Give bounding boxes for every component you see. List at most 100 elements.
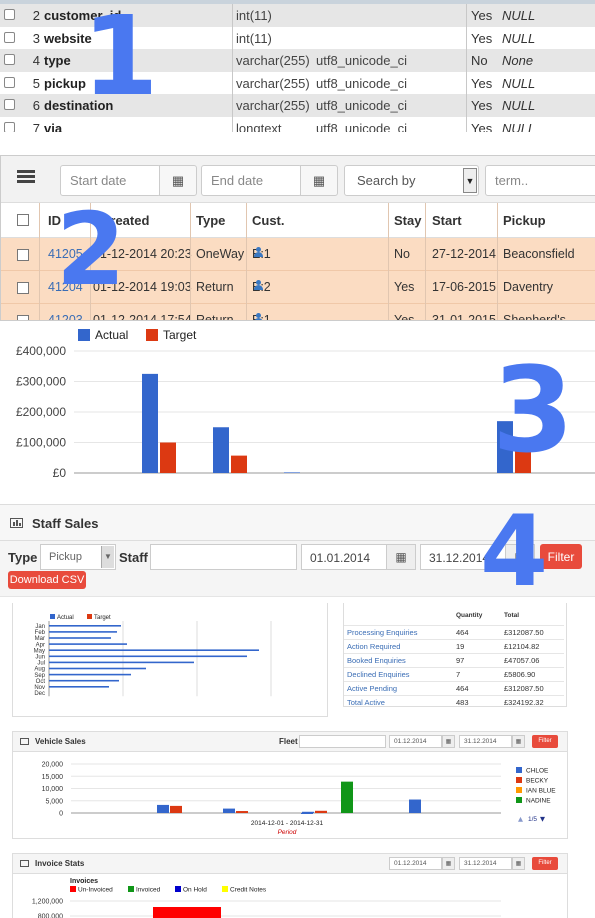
- booking-id-link[interactable]: 41203: [48, 313, 83, 320]
- header-cust[interactable]: Cust.: [252, 213, 285, 228]
- is-to-date[interactable]: 31.12.2014: [459, 857, 512, 870]
- legend-label: Invoiced: [136, 887, 161, 894]
- legend-label: IAN BLUE: [526, 788, 556, 795]
- stats-label-link[interactable]: Declined Enquiries: [347, 670, 410, 679]
- bar-actual: [49, 655, 247, 658]
- y-tick-label: 1,200,000: [32, 899, 63, 906]
- calendar-icon[interactable]: ▦: [386, 544, 416, 570]
- column-type: varchar(255): [236, 98, 310, 113]
- type-select-value: Pickup: [49, 551, 83, 563]
- legend-label: Target: [163, 328, 197, 342]
- staff-input[interactable]: [150, 544, 297, 570]
- y-tick-label: £200,000: [16, 405, 66, 419]
- vs-to-date[interactable]: 31.12.2014: [459, 735, 512, 748]
- legend-swatch: [78, 329, 90, 341]
- column-type: int(11): [236, 8, 272, 23]
- is-from-date[interactable]: 01.12.2014: [389, 857, 442, 870]
- category-label: Dec: [34, 691, 45, 697]
- category-label: Oct: [36, 679, 46, 685]
- is-filter-button[interactable]: Filter: [532, 857, 558, 870]
- download-csv-button[interactable]: Download CSV: [8, 571, 86, 589]
- row-checkbox[interactable]: [17, 249, 29, 261]
- header-stay[interactable]: Stay: [394, 213, 421, 228]
- header-type[interactable]: Type: [196, 213, 225, 228]
- stats-label-link[interactable]: Active Pending: [347, 684, 397, 693]
- db-structure-panel: 2 customer_id int(11) Yes NULL 3 website int(11…: [0, 0, 595, 132]
- type-select[interactable]: Pickup ▼: [40, 544, 116, 570]
- stats-label-link[interactable]: Action Required: [347, 642, 400, 651]
- calendar-icon[interactable]: ▦: [442, 735, 455, 748]
- stats-row: Action Required 19 £12104.82: [344, 639, 564, 653]
- stay-cell: Yes: [394, 313, 415, 321]
- end-date-input[interactable]: End date: [201, 165, 302, 196]
- column-null: No: [471, 53, 488, 68]
- row-checkbox[interactable]: [17, 282, 29, 294]
- stats-label-link[interactable]: Processing Enquiries: [347, 628, 417, 637]
- calendar-icon[interactable]: ▦: [442, 857, 455, 870]
- invoice-stats-chart: Invoices Un-Invoiced Invoiced On Hold Credit…: [32, 878, 501, 918]
- annotation-number-2: 2: [56, 191, 126, 308]
- bar-chloe: [157, 804, 169, 813]
- row-checkbox[interactable]: [4, 121, 15, 132]
- type-cell: Return: [196, 280, 234, 294]
- chevron-down-icon[interactable]: ▼: [463, 168, 477, 193]
- user-icon[interactable]: [254, 247, 263, 257]
- pager-prev-icon[interactable]: ▲: [518, 815, 523, 823]
- stats-quantity: 97: [456, 656, 465, 665]
- column-collation: utf8_unicode_ci: [316, 75, 408, 91]
- created-cell: 01-12-2014 17:54: [93, 313, 192, 321]
- stats-header-total: Total: [504, 612, 520, 619]
- header-start[interactable]: Start: [432, 213, 462, 228]
- stay-cell: No: [394, 247, 410, 261]
- from-date-input[interactable]: 01.01.2014: [301, 544, 387, 570]
- row-checkbox[interactable]: [4, 54, 15, 65]
- row-checkbox[interactable]: [4, 76, 15, 88]
- search-by-select[interactable]: Search by ▼: [344, 165, 479, 196]
- column-number: 2: [32, 8, 40, 23]
- stats-row: Processing Enquiries 464 £312087.50: [344, 625, 564, 639]
- row-checkbox[interactable]: [4, 31, 15, 43]
- user-icon[interactable]: [254, 313, 263, 320]
- fleet-input[interactable]: [299, 735, 386, 748]
- vs-filter-button[interactable]: Filter: [532, 735, 558, 748]
- bar-becky: [170, 805, 182, 813]
- header-pickup[interactable]: Pickup: [503, 213, 546, 228]
- calendar-icon[interactable]: ▦: [512, 735, 525, 748]
- staff-sales-panel: Staff Sales Type Pickup ▼ Staff 01.01.20…: [0, 504, 595, 596]
- stay-cell: Yes: [394, 280, 415, 294]
- bar-nadine: [341, 781, 353, 813]
- stats-total: £5806.90: [504, 670, 536, 679]
- calendar-icon[interactable]: ▦: [300, 165, 338, 196]
- y-tick-label: 10,000: [42, 786, 64, 793]
- stats-quantity: 7: [456, 670, 461, 679]
- vs-from-date[interactable]: 01.12.2014: [389, 735, 442, 748]
- row-checkbox[interactable]: [4, 99, 15, 110]
- column-number: 7: [32, 120, 40, 133]
- term-input[interactable]: term..: [485, 165, 595, 196]
- bar-actual: [49, 673, 131, 676]
- legend-swatch: [175, 886, 181, 892]
- bar-actual: [49, 667, 146, 670]
- invoice-stats-card: Invoice Stats 01.12.2014 ▦ 31.12.2014 ▦ …: [12, 853, 568, 918]
- stats-label-link[interactable]: Booked Enquiries: [347, 656, 406, 665]
- y-tick-label: 800,000: [38, 914, 63, 918]
- pager-next-icon[interactable]: ▼: [540, 815, 545, 823]
- calendar-icon[interactable]: ▦: [512, 857, 525, 870]
- user-icon[interactable]: [254, 280, 263, 290]
- stats-total: £312087.50: [504, 684, 544, 693]
- calendar-icon[interactable]: ▦: [159, 165, 197, 196]
- chevron-down-icon[interactable]: ▼: [101, 546, 114, 568]
- bar-actual: [284, 472, 300, 473]
- legend-swatch: [146, 329, 158, 341]
- list-icon[interactable]: [17, 170, 35, 184]
- annotation-number-4: 4: [480, 504, 549, 596]
- invoice-stats-header: Invoice Stats 01.12.2014 ▦ 31.12.2014 ▦ …: [13, 854, 567, 874]
- column-name: via: [44, 120, 63, 133]
- select-all-checkbox[interactable]: [17, 214, 29, 226]
- stats-label-link[interactable]: Total Active: [347, 698, 385, 707]
- category-label: Jan: [35, 624, 45, 630]
- bar-actual: [49, 625, 121, 627]
- staff-sales-title: Staff Sales: [32, 516, 99, 531]
- row-checkbox[interactable]: [4, 9, 15, 20]
- dashboard-panel: Actual Target Jan Feb Mar Apr May Jun Jul Aug Sep O…: [0, 596, 595, 918]
